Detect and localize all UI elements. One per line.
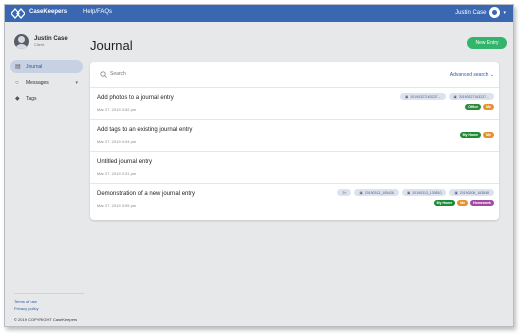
new-entry-button[interactable]: New Entry [467,37,507,49]
journal-entry[interactable]: Add tags to an existing journal entry Ma… [90,120,499,152]
sidebar-item-journal[interactable]: ▤ Journal [10,60,83,73]
tag-badge[interactable]: My Home [459,132,482,138]
chevron-down-icon: ▾ [75,79,78,86]
journal-entry[interactable]: Add photos to a journal entry Mar 27, 20… [90,88,499,120]
search-bar: Advanced search ⌄ [90,62,499,88]
attachment-chip[interactable]: ▣ 20190313_105426 [354,189,399,196]
image-icon: ▣ [453,94,457,99]
image-icon: ▣ [406,190,411,195]
attachment-name: 20190327163237... [458,94,489,99]
avatar-icon [489,7,501,18]
entry-title[interactable]: Add photos to a journal entry [97,95,174,101]
journal-entry[interactable]: Demonstration of a new journal entry Mar… [90,184,499,216]
privacy-policy-link[interactable]: Privacy policy [14,306,84,311]
attachment-chip[interactable]: ▣ 20190313_130810 [401,189,447,196]
app-window: CaseKeepers Help/FAQs Justin Case ▾ Just… [4,4,514,327]
sidebar-item-label: Tags [26,95,37,102]
sidebar: Justin Case Client ▤ Journal ○ Messages … [5,22,85,326]
profile-avatar-icon [14,34,29,49]
entry-tags: Office Me [465,104,494,110]
entry-tags: My Home Me [459,132,494,138]
tag-badge[interactable]: My Home [433,200,456,206]
image-icon: ▣ [454,190,458,195]
more-attachments-chip[interactable]: 3+ [337,189,352,196]
copyright-text: © 2019 COPYRIGHT CaseKeepers [14,317,78,322]
chevron-down-icon: ▾ [503,9,506,16]
help-faqs-link[interactable]: Help/FAQs [83,9,112,15]
brand-name[interactable]: CaseKeepers [29,9,67,15]
divider [14,293,84,294]
sidebar-item-messages[interactable]: ○ Messages ▾ [10,76,83,89]
chat-icon: ○ [15,79,19,86]
advanced-search-label: Advanced search [449,72,489,78]
tag-badge[interactable]: Homework [470,200,494,206]
attachment-chip[interactable]: ▣ 20190206_163848 [449,189,494,196]
image-icon: ▣ [359,190,363,195]
journal-list-card: Advanced search ⌄ Add photos to a journa… [90,62,499,220]
attachment-chip[interactable]: ▣ 20190327163237... [400,93,446,100]
tag-badge[interactable]: Me [457,200,469,206]
user-menu[interactable]: Justin Case ▾ [455,7,506,18]
sidebar-item-tags[interactable]: ◆ Tags [10,92,83,105]
sidebar-item-label: Journal [26,63,43,70]
attachment-name: 20190313_105426 [364,190,394,195]
terms-of-use-link[interactable]: Terms of use [14,299,84,304]
sidebar-menu: ▤ Journal ○ Messages ▾ ◆ Tags [10,60,83,108]
entry-date: Mar 27, 2019 4:04 pm [97,139,137,144]
entry-date: Mar 27, 2019 3:52 pm [97,107,137,112]
attachment-name: 20190206_163848 [459,190,489,195]
user-menu-name: Justin Case [455,9,487,16]
casekeepers-logo-icon[interactable] [11,8,25,19]
attachment-name: 20190327163237... [410,94,441,99]
tag-icon: ◆ [15,96,20,102]
search-input[interactable] [110,71,310,77]
entry-title[interactable]: Untitled journal entry [97,159,152,165]
entry-title[interactable]: Demonstration of a new journal entry [97,191,195,197]
book-icon: ▤ [15,64,21,70]
user-profile: Justin Case Client [14,34,68,49]
main-content: Journal New Entry Advanced search ⌄ Add … [85,22,513,326]
entry-attachments: 3+ ▣ 20190313_105426 ▣ 20190313_130810 ▣ 20… [337,189,494,196]
entry-attachments: ▣ 20190327163237... ▣ 20190327163237... [400,93,494,100]
attachment-name: 20190313_130810 [412,190,442,195]
entry-tags: My Home Me Homework [433,200,494,206]
tag-badge[interactable]: Me [483,104,494,110]
sidebar-item-label: Messages [26,79,49,86]
tag-badge[interactable]: Me [483,132,494,138]
entry-date: Mar 27, 2019 3:31 pm [97,171,137,176]
page-title: Journal [90,38,133,53]
entry-date: Mar 27, 2019 3:05 pm [97,203,137,208]
top-navigation-bar: CaseKeepers Help/FAQs Justin Case ▾ [5,5,513,22]
profile-role: Client [34,42,45,47]
entry-title[interactable]: Add tags to an existing journal entry [97,127,192,133]
journal-entry[interactable]: Untitled journal entry Mar 27, 2019 3:31… [90,152,499,184]
image-icon: ▣ [405,94,409,99]
advanced-search-link[interactable]: Advanced search ⌄ [450,72,494,78]
sidebar-footer: Terms of use Privacy policy © 2019 COPYR… [14,290,84,322]
tag-badge[interactable]: Office [465,104,482,110]
attachment-chip[interactable]: ▣ 20190327163237... [448,93,494,100]
chevron-down-icon: ⌄ [489,72,494,78]
search-icon [100,71,107,78]
